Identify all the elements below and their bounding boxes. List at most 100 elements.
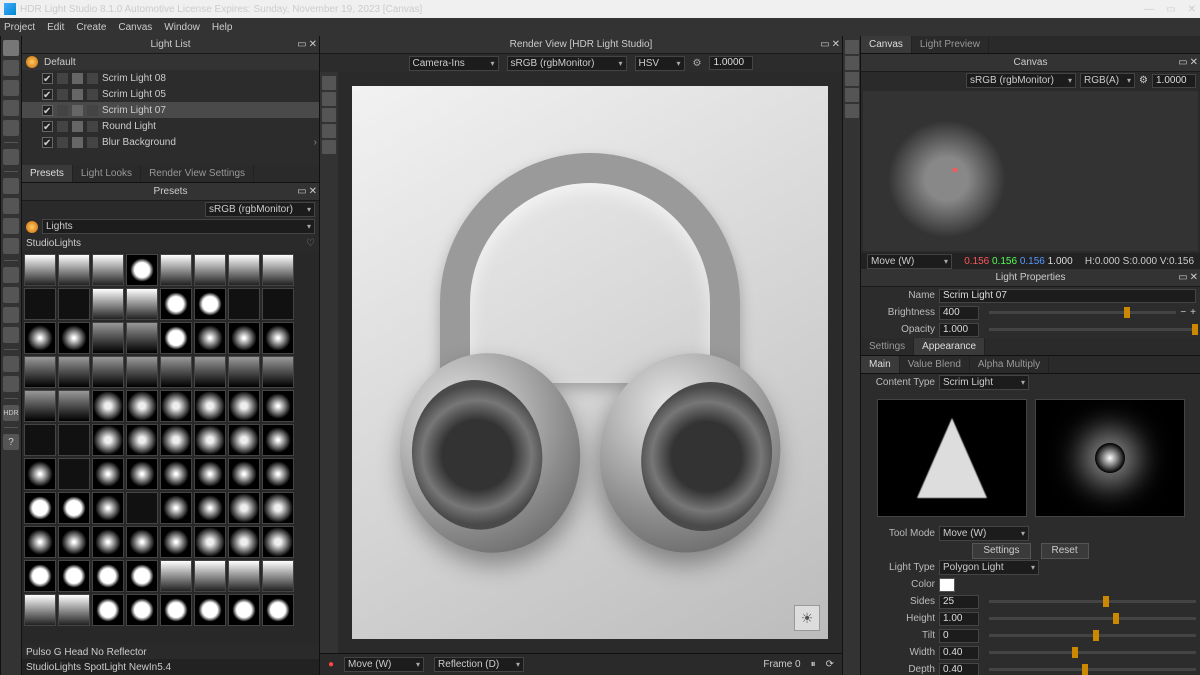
light-row[interactable]: ✔ Blur Background › [22,134,319,150]
tool-hdr-icon[interactable]: HDR [3,405,19,421]
tool-icon[interactable] [3,120,19,136]
tool-icon[interactable] [3,267,19,283]
canvas-colorspace-dropdown[interactable]: sRGB (rgbMonitor) [966,73,1076,88]
tool-icon[interactable] [3,80,19,96]
menu-help[interactable]: Help [212,22,233,33]
arrow-icon[interactable] [845,40,859,54]
visibility-checkbox[interactable]: ✔ [42,73,53,84]
reset-button[interactable]: Reset [1041,543,1089,559]
light-group-header[interactable]: Default [22,54,319,70]
preset-thumb[interactable] [126,492,158,524]
preset-thumb[interactable] [228,560,260,592]
viewport-tool-icon[interactable] [322,124,336,138]
hand-icon[interactable] [845,56,859,70]
preset-thumb[interactable] [58,424,90,456]
light-row[interactable]: ✔ Scrim Light 08 [22,70,319,86]
tool-icon[interactable] [3,60,19,76]
sides-slider[interactable] [989,600,1196,603]
render-canvas[interactable]: ☀ [352,86,828,639]
pause-icon[interactable]: ⏸ [811,659,816,670]
preset-thumb[interactable] [24,492,56,524]
width-slider[interactable] [989,651,1196,654]
tilt-input[interactable]: 0 [939,629,979,643]
preset-thumb[interactable] [92,560,124,592]
preset-thumb[interactable] [126,390,158,422]
refresh-icon[interactable]: ⟳ [826,659,834,670]
menu-create[interactable]: Create [76,22,106,33]
swatch-icon[interactable] [72,105,83,116]
swatch-icon[interactable] [57,105,68,116]
tool-icon[interactable] [3,356,19,372]
reflect-dropdown[interactable]: Reflection (D) [434,657,524,672]
brightness-slider[interactable] [989,311,1176,314]
preset-thumb[interactable] [126,322,158,354]
preset-thumb[interactable] [194,594,226,626]
preset-thumb[interactable] [24,458,56,490]
gear-icon[interactable]: ⚙ [693,58,702,69]
preset-thumb[interactable] [160,560,192,592]
preview-3d[interactable] [1035,399,1185,517]
preset-thumb[interactable] [194,560,226,592]
preset-thumb[interactable] [58,526,90,558]
plus-icon[interactable]: + [1190,307,1196,318]
swatch-icon[interactable] [57,137,68,148]
preset-thumb[interactable] [126,594,158,626]
preset-thumb[interactable] [126,356,158,388]
preset-thumb[interactable] [24,254,56,286]
light-row[interactable]: ✔ Round Light [22,118,319,134]
name-input[interactable]: Scrim Light 07 [939,289,1196,303]
preset-thumb[interactable] [262,254,294,286]
preset-thumb[interactable] [24,322,56,354]
light-type-dropdown[interactable]: Polygon Light [939,560,1039,575]
zoom-icon[interactable] [845,72,859,86]
visibility-checkbox[interactable]: ✔ [42,89,53,100]
visibility-checkbox[interactable]: ✔ [42,137,53,148]
preset-thumb[interactable] [194,458,226,490]
undock-icon[interactable]: ▭ [297,39,306,50]
tool-icon[interactable] [3,376,19,392]
preset-thumb[interactable] [126,458,158,490]
menu-canvas[interactable]: Canvas [118,22,152,33]
preset-thumb[interactable] [24,288,56,320]
tab-alpha-multiply[interactable]: Alpha Multiply [970,356,1049,373]
close-icon[interactable]: ✕ [309,39,317,50]
close-icon[interactable]: ✕ [832,39,840,50]
fit-icon[interactable] [845,104,859,118]
preset-thumb[interactable] [58,322,90,354]
preset-thumb[interactable] [92,390,124,422]
tool-icon[interactable] [3,100,19,116]
preset-thumb[interactable] [160,526,192,558]
preset-thumb[interactable] [262,322,294,354]
preset-thumb[interactable] [160,594,192,626]
preset-thumb[interactable] [58,254,90,286]
undock-icon[interactable]: ▭ [1178,57,1187,68]
opacity-input[interactable]: 1.000 [939,323,979,337]
depth-input[interactable]: 0.40 [939,663,979,675]
width-input[interactable]: 0.40 [939,646,979,660]
close-button[interactable]: ✕ [1188,4,1196,15]
settings-button[interactable]: Settings [972,543,1030,559]
preset-thumb[interactable] [262,526,294,558]
height-input[interactable]: 1.00 [939,612,979,626]
sides-input[interactable]: 25 [939,595,979,609]
tool-mode-dropdown[interactable]: Move (W) [939,526,1029,541]
preset-thumb[interactable] [92,288,124,320]
preset-thumb[interactable] [160,322,192,354]
tab-main[interactable]: Main [861,356,900,373]
preset-thumb[interactable] [58,288,90,320]
hdri-canvas[interactable] [863,91,1198,251]
preset-thumb[interactable] [92,492,124,524]
tool-icon[interactable] [3,178,19,194]
tool-icon[interactable] [3,238,19,254]
preset-thumb[interactable] [160,356,192,388]
tab-value-blend[interactable]: Value Blend [900,356,970,373]
close-icon[interactable]: ✕ [309,186,317,197]
minimize-button[interactable]: — [1144,4,1154,15]
preset-thumb[interactable] [228,356,260,388]
close-icon[interactable]: ✕ [1190,272,1198,283]
preset-thumb[interactable] [262,492,294,524]
preset-thumb[interactable] [262,458,294,490]
tab-appearance[interactable]: Appearance [914,338,985,355]
swatch-icon[interactable] [57,89,68,100]
preset-thumb[interactable] [92,458,124,490]
